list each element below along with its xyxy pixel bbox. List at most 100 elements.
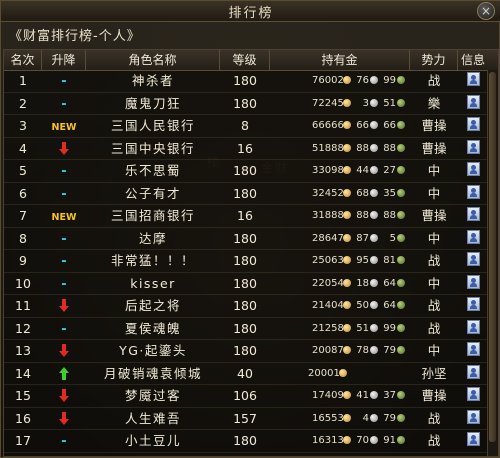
character-info-icon[interactable]	[466, 229, 480, 244]
table-row[interactable]: 10 - kisser 180 22054 18 64 中	[4, 273, 498, 296]
col-header-change[interactable]: 升降	[42, 50, 86, 70]
character-info-icon[interactable]	[466, 207, 480, 221]
col-header-level[interactable]: 等级	[220, 50, 270, 70]
gold-cell: 72245 3 51	[270, 93, 406, 116]
copper-amount: 64	[383, 277, 396, 289]
rank-cell: 1	[19, 73, 27, 88]
character-info-icon[interactable]	[466, 184, 480, 199]
character-info-icon[interactable]	[466, 319, 480, 334]
table-row[interactable]: 3 NEW 三国人民银行 8 66666 66 66 曹操	[4, 115, 498, 138]
table-row[interactable]: 8 - 达摩 180 28647 87 5 中	[4, 228, 498, 251]
scrollbar-thumb[interactable]	[489, 72, 496, 442]
faction-cell: 战	[427, 253, 441, 268]
character-name[interactable]: 月破销魂袁倾城	[86, 363, 220, 386]
table-row[interactable]: 17 - 小土豆儿 180 16313 70 91 战	[4, 430, 498, 453]
character-name[interactable]: 小土豆儿	[86, 430, 220, 453]
table-row[interactable]: 14 月破销魂袁倾城 40 20001 孙坚	[4, 363, 498, 386]
table-header: 名次 升降 角色名称 等级 持有金 势力 信息	[4, 50, 498, 71]
close-button[interactable]: ×	[477, 2, 495, 20]
character-name[interactable]: 非常猛！！！	[86, 250, 220, 273]
character-name[interactable]: YG·起鎏头	[86, 340, 220, 363]
table-row[interactable]: 13 YG·起鎏头 180 20087 78 79 中	[4, 340, 498, 363]
character-info-icon[interactable]	[466, 162, 480, 176]
copper-amount: 27	[383, 165, 396, 176]
silver-coin-icon	[370, 121, 378, 129]
character-name[interactable]: 梦魇过客	[86, 385, 220, 408]
gold-amount: 20001	[308, 367, 340, 379]
rank-cell: 2	[19, 95, 27, 111]
character-info-icon[interactable]	[466, 72, 480, 86]
rank-cell: 9	[19, 253, 27, 268]
gold-coin-icon	[343, 188, 351, 197]
character-name[interactable]: 三国招商银行	[86, 205, 220, 228]
gold-coin-icon	[343, 121, 351, 129]
rank-cell: 15	[15, 388, 31, 403]
silver-amount: 44	[356, 165, 369, 176]
gold-amount: 21258	[312, 322, 344, 334]
copper-coin-icon	[397, 323, 405, 332]
table-row[interactable]: 6 - 公子有才 180 32452 68 35 中	[4, 183, 498, 206]
character-info-icon[interactable]	[466, 252, 480, 266]
col-header-faction[interactable]: 势力	[410, 50, 458, 70]
copper-amount: 5	[389, 232, 396, 244]
table-row[interactable]: 12 - 夏侯魂魄 180 21258 51 99 战	[4, 318, 498, 341]
title-bar[interactable]: 排行榜 ×	[1, 1, 500, 22]
character-info-icon[interactable]	[466, 342, 480, 356]
level-cell: 40	[237, 365, 253, 381]
no-change-indicator: -	[61, 321, 67, 337]
character-name[interactable]: 乐不思蜀	[86, 160, 220, 183]
character-name[interactable]: 三国人民银行	[86, 115, 220, 138]
gold-cell: 16313 70 91	[270, 430, 406, 453]
change-cell: -	[42, 318, 86, 341]
character-info-icon[interactable]	[466, 117, 480, 131]
col-header-name[interactable]: 角色名称	[86, 50, 220, 70]
character-name[interactable]: 公子有才	[86, 183, 220, 206]
character-info-icon[interactable]	[466, 297, 480, 311]
change-cell: -	[42, 70, 86, 93]
character-name[interactable]: 夏侯魂魄	[86, 318, 220, 341]
copper-coin-icon	[397, 98, 405, 107]
change-cell: NEW	[42, 115, 86, 138]
col-header-gold[interactable]: 持有金	[270, 50, 410, 70]
character-info-icon[interactable]	[466, 364, 480, 379]
table-row[interactable]: 7 NEW 三国招商银行 16 31888 88 88 曹操	[4, 205, 498, 228]
character-info-icon[interactable]	[466, 274, 480, 289]
character-info-icon[interactable]	[466, 94, 480, 109]
character-info-icon[interactable]	[466, 139, 480, 154]
no-change-indicator: -	[61, 231, 67, 247]
table-row[interactable]: 4 三国中央银行 16 51888 88 88 曹操	[4, 138, 498, 161]
leaderboard-subtitle: 《财富排行榜-个人》	[9, 29, 141, 44]
faction-cell: 中	[427, 275, 441, 291]
character-name[interactable]: 人生难吾	[86, 408, 220, 431]
scrollbar[interactable]	[487, 70, 498, 456]
character-info-icon[interactable]	[466, 387, 480, 401]
faction-cell: 曹操	[421, 140, 447, 156]
copper-amount: 64	[383, 300, 396, 311]
table-row[interactable]: 5 - 乐不思蜀 180 33098 44 27 中	[4, 160, 498, 183]
character-name[interactable]: 神杀者	[86, 70, 220, 93]
gold-amount: 32452	[312, 187, 344, 199]
silver-amount: 95	[356, 255, 369, 266]
level-cell: 16	[237, 208, 253, 223]
table-row[interactable]: 16 人生难吾 157 16553 4 79 战	[4, 408, 498, 431]
character-name[interactable]: 魔鬼刀狂	[86, 93, 220, 116]
col-header-rank[interactable]: 名次	[4, 50, 42, 70]
table-row[interactable]: 2 - 魔鬼刀狂 180 72245 3 51 樂	[4, 93, 498, 116]
table-row[interactable]: 15 梦魇过客 106 17409 41 37 曹操	[4, 385, 498, 408]
faction-cell: 曹操	[421, 118, 447, 133]
character-info-icon[interactable]	[466, 432, 480, 446]
character-name[interactable]: kisser	[86, 273, 220, 296]
change-cell: -	[42, 160, 86, 183]
rank-cell: 16	[15, 410, 31, 426]
character-name[interactable]: 后起之将	[86, 295, 220, 318]
character-name[interactable]: 达摩	[86, 228, 220, 251]
table-row[interactable]: 1 - 神杀者 180 76002 76 99 战	[4, 70, 498, 93]
table-row[interactable]: 11 后起之将 180 21404 50 64 战	[4, 295, 498, 318]
change-cell	[42, 408, 86, 431]
no-change-indicator: -	[61, 276, 67, 292]
character-name[interactable]: 三国中央银行	[86, 138, 220, 161]
table-row[interactable]: 9 - 非常猛！！！ 180 25063 95 81 战	[4, 250, 498, 273]
col-header-info[interactable]: 信息	[458, 50, 488, 70]
faction-cell: 战	[427, 73, 441, 88]
character-info-icon[interactable]	[466, 409, 480, 424]
